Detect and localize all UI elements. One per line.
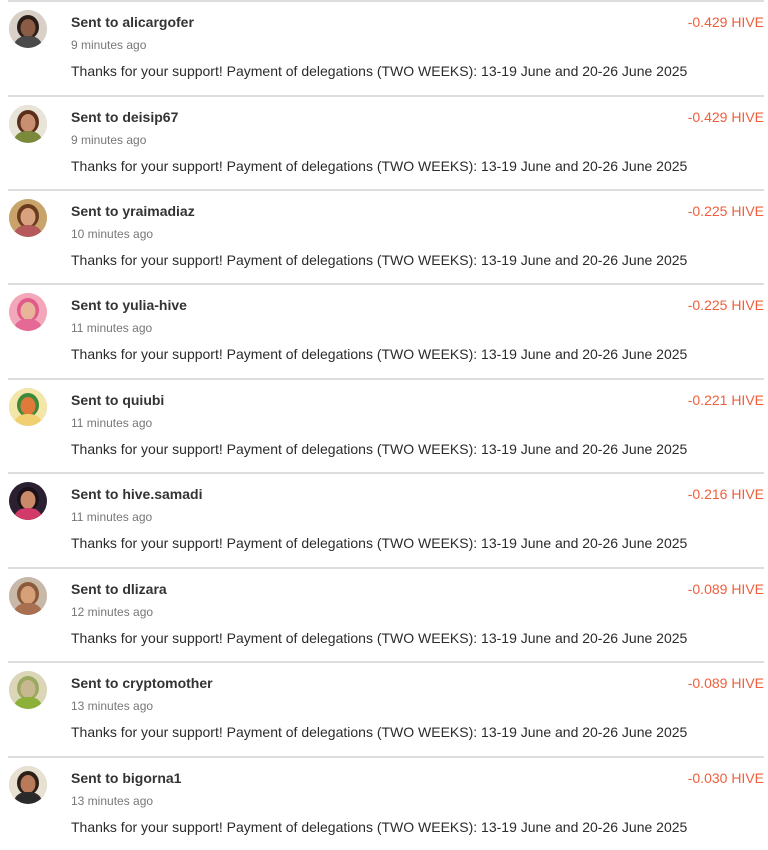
avatar-image xyxy=(9,105,47,143)
amount-value: -0.089 HIVE xyxy=(687,675,764,691)
transfer-memo: Thanks for your support! Payment of dele… xyxy=(71,535,688,551)
transfer-memo: Thanks for your support! Payment of dele… xyxy=(71,252,688,268)
avatar-image xyxy=(9,388,47,426)
avatar-image xyxy=(9,10,47,48)
transfer-memo: Thanks for your support! Payment of dele… xyxy=(71,63,688,79)
amount-value: -0.030 HIVE xyxy=(687,770,764,786)
avatar-image xyxy=(9,671,47,709)
user-avatar[interactable] xyxy=(9,671,47,709)
transaction-row[interactable]: Sent to alicargofer 9 minutes ago -0.429 H… xyxy=(0,0,768,94)
user-avatar[interactable] xyxy=(9,199,47,237)
recipient-title[interactable]: Sent to yraimadiaz xyxy=(71,203,195,219)
amount-value: -0.225 HIVE xyxy=(687,203,764,219)
avatar-image xyxy=(9,482,47,520)
row-divider xyxy=(8,472,764,474)
row-divider xyxy=(8,95,764,97)
amount-value: -0.221 HIVE xyxy=(687,392,764,408)
row-divider xyxy=(8,283,764,285)
timestamp: 13 minutes ago xyxy=(71,699,154,713)
user-avatar[interactable] xyxy=(9,766,47,804)
transaction-list: Sent to alicargofer 9 minutes ago -0.429 H… xyxy=(0,0,768,846)
amount-value: -0.429 HIVE xyxy=(687,14,764,30)
row-divider xyxy=(8,756,764,758)
user-avatar[interactable] xyxy=(9,482,47,520)
transaction-row[interactable]: Sent to deisip67 9 minutes ago -0.429 HIVE… xyxy=(0,95,768,189)
amount-value: -0.216 HIVE xyxy=(687,486,764,502)
transfer-memo: Thanks for your support! Payment of dele… xyxy=(71,158,688,174)
timestamp: 13 minutes ago xyxy=(71,794,154,808)
user-avatar[interactable] xyxy=(9,293,47,331)
timestamp: 9 minutes ago xyxy=(71,38,147,52)
amount-value: -0.089 HIVE xyxy=(687,581,764,597)
transaction-row[interactable]: Sent to hive.samadi 11 minutes ago -0.216 … xyxy=(0,472,768,566)
recipient-title[interactable]: Sent to cryptomother xyxy=(71,675,213,691)
recipient-title[interactable]: Sent to yulia-hive xyxy=(71,297,187,313)
recipient-title[interactable]: Sent to hive.samadi xyxy=(71,486,202,502)
recipient-title[interactable]: Sent to deisip67 xyxy=(71,109,178,125)
transaction-row[interactable]: Sent to dlizara 12 minutes ago -0.089 HIVE… xyxy=(0,567,768,661)
recipient-title[interactable]: Sent to quiubi xyxy=(71,392,164,408)
timestamp: 10 minutes ago xyxy=(71,227,154,241)
timestamp: 11 minutes ago xyxy=(71,321,153,335)
transfer-memo: Thanks for your support! Payment of dele… xyxy=(71,724,688,740)
timestamp: 12 minutes ago xyxy=(71,605,154,619)
transfer-memo: Thanks for your support! Payment of dele… xyxy=(71,819,688,835)
avatar-image xyxy=(9,766,47,804)
timestamp: 11 minutes ago xyxy=(71,510,153,524)
transaction-row[interactable]: Sent to quiubi 11 minutes ago -0.221 HIVE T… xyxy=(0,378,768,472)
avatar-image xyxy=(9,293,47,331)
row-divider xyxy=(8,189,764,191)
transaction-row[interactable]: Sent to cryptomother 13 minutes ago -0.089… xyxy=(0,661,768,755)
row-divider xyxy=(8,0,764,2)
transaction-row[interactable]: Sent to yulia-hive 11 minutes ago -0.225 H… xyxy=(0,283,768,377)
timestamp: 11 minutes ago xyxy=(71,416,153,430)
amount-value: -0.429 HIVE xyxy=(687,109,764,125)
transfer-memo: Thanks for your support! Payment of dele… xyxy=(71,346,688,362)
recipient-title[interactable]: Sent to alicargofer xyxy=(71,14,194,30)
timestamp: 9 minutes ago xyxy=(71,133,147,147)
user-avatar[interactable] xyxy=(9,577,47,615)
recipient-title[interactable]: Sent to dlizara xyxy=(71,581,167,597)
user-avatar[interactable] xyxy=(9,388,47,426)
transaction-row[interactable]: Sent to yraimadiaz 10 minutes ago -0.225 H… xyxy=(0,189,768,283)
transfer-memo: Thanks for your support! Payment of dele… xyxy=(71,630,688,646)
avatar-image xyxy=(9,577,47,615)
user-avatar[interactable] xyxy=(9,105,47,143)
user-avatar[interactable] xyxy=(9,10,47,48)
recipient-title[interactable]: Sent to bigorna1 xyxy=(71,770,181,786)
row-divider xyxy=(8,378,764,380)
transfer-memo: Thanks for your support! Payment of dele… xyxy=(71,441,688,457)
transaction-row[interactable]: Sent to bigorna1 13 minutes ago -0.030 HIV… xyxy=(0,756,768,850)
row-divider xyxy=(8,567,764,569)
amount-value: -0.225 HIVE xyxy=(687,297,764,313)
row-divider xyxy=(8,661,764,663)
avatar-image xyxy=(9,199,47,237)
